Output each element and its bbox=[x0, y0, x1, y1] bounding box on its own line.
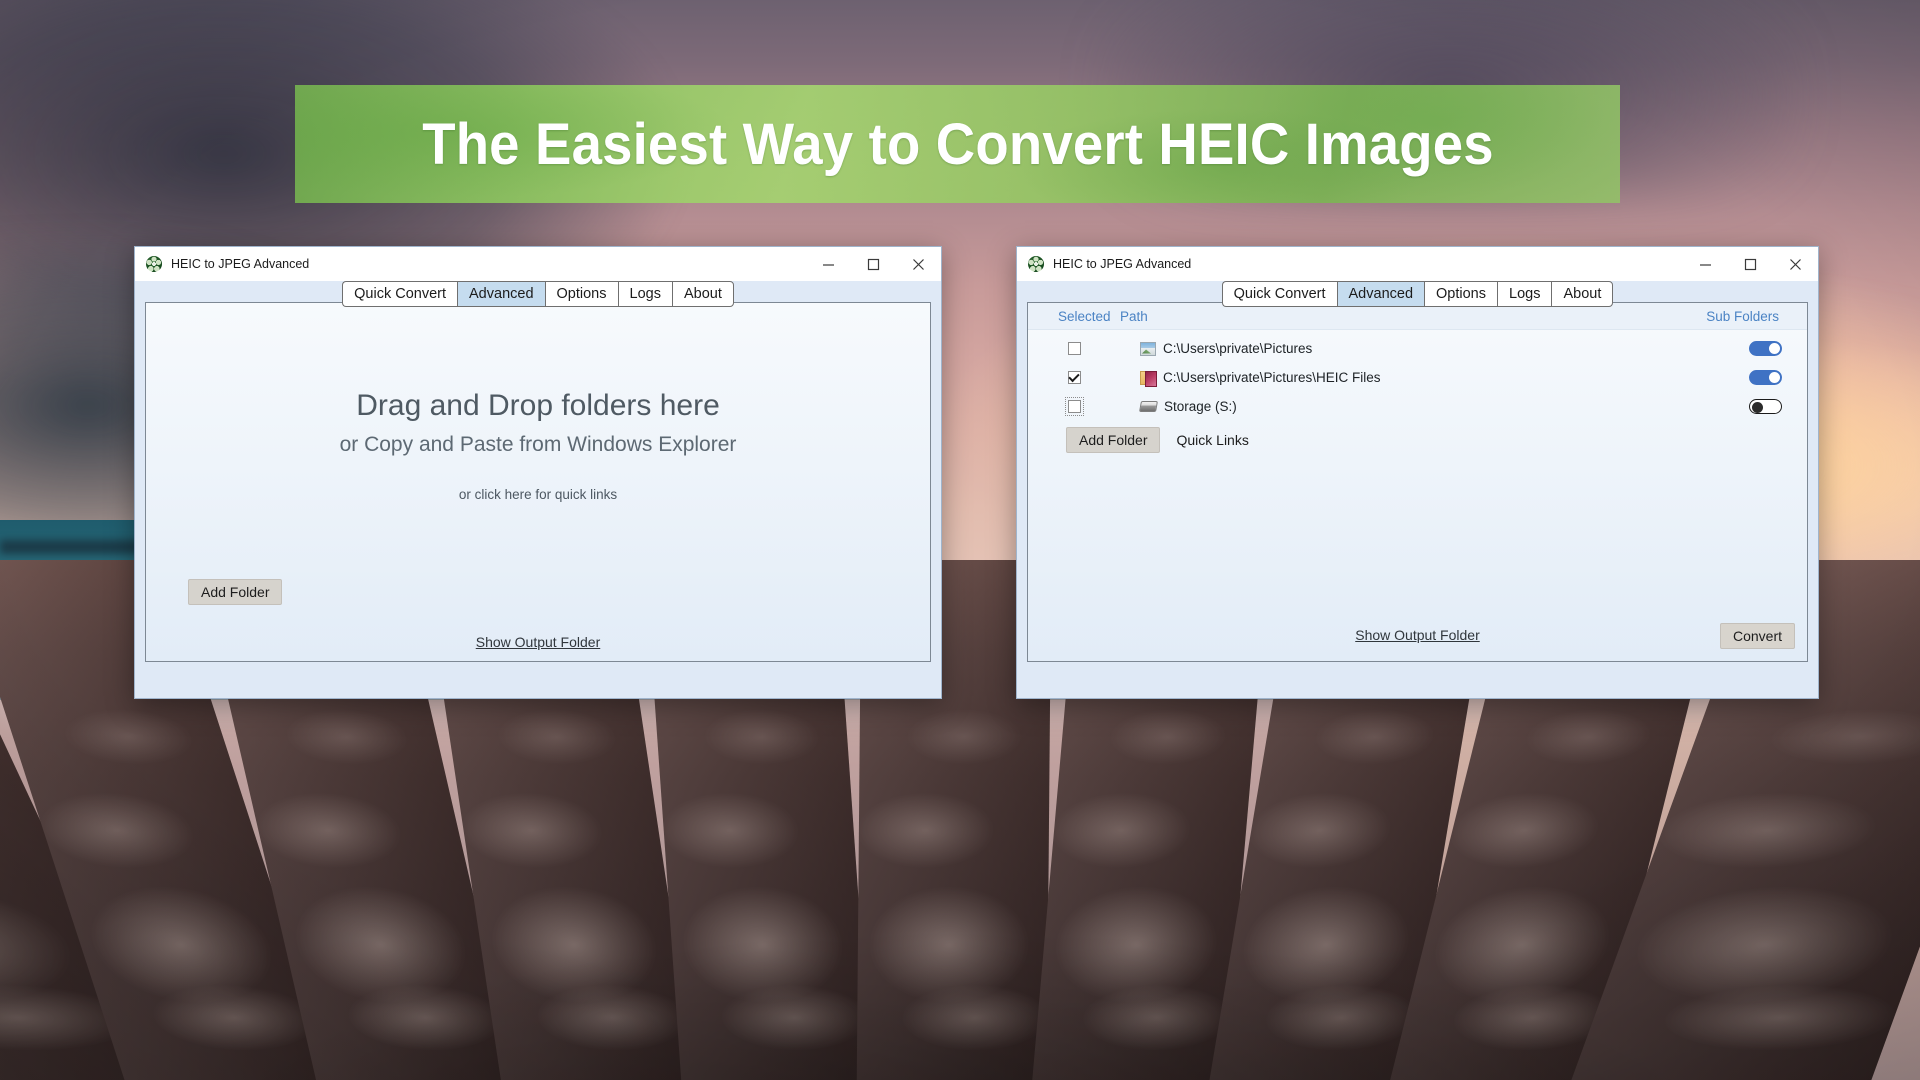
app-flower-icon bbox=[146, 256, 162, 272]
photo-icon bbox=[1140, 341, 1156, 356]
column-header-path: Path bbox=[1120, 308, 1148, 324]
window-left-tabpanel: Drag and Drop folders here or Copy and P… bbox=[145, 302, 931, 662]
tab-logs[interactable]: Logs bbox=[1497, 281, 1552, 307]
row-subfolders-cell bbox=[1657, 399, 1807, 414]
row-checkbox[interactable] bbox=[1064, 397, 1084, 416]
folder-actions-row: Add Folder Quick Links bbox=[1028, 421, 1807, 453]
window-right[interactable]: HEIC to JPEG Advanced Quick Convert Adva… bbox=[1016, 246, 1819, 699]
dropzone-hint[interactable]: or click here for quick links bbox=[459, 487, 617, 502]
tab-options[interactable]: Options bbox=[544, 281, 618, 307]
window-left[interactable]: HEIC to JPEG Advanced Quick Convert Adva… bbox=[134, 246, 942, 699]
minimize-icon[interactable] bbox=[806, 247, 851, 281]
maximize-icon[interactable] bbox=[851, 247, 896, 281]
dropzone-subtitle: or Copy and Paste from Windows Explorer bbox=[339, 433, 737, 456]
window-left-controls bbox=[806, 247, 941, 281]
row-subfolders-cell bbox=[1657, 341, 1807, 356]
tab-quick-convert[interactable]: Quick Convert bbox=[1221, 281, 1337, 307]
show-output-folder-row: Show Output Folder bbox=[1028, 627, 1807, 645]
tab-about[interactable]: About bbox=[1551, 281, 1614, 307]
window-right-tabpanel: Selected Path Sub Folders C:\Users\priva… bbox=[1027, 302, 1808, 662]
window-left-title: HEIC to JPEG Advanced bbox=[171, 257, 310, 271]
row-select-cell bbox=[1028, 342, 1120, 355]
row-path-label: C:\Users\private\Pictures\HEIC Files bbox=[1163, 370, 1381, 385]
tab-logs[interactable]: Logs bbox=[617, 281, 672, 307]
close-icon[interactable] bbox=[1773, 247, 1818, 281]
table-row[interactable]: Storage (S:) bbox=[1028, 392, 1807, 421]
table-row[interactable]: C:\Users\private\Pictures\HEIC Files bbox=[1028, 363, 1807, 392]
window-right-body: Quick Convert Advanced Options Logs Abou… bbox=[1017, 281, 1818, 698]
row-select-cell bbox=[1028, 371, 1120, 384]
quick-links-link[interactable]: Quick Links bbox=[1176, 432, 1248, 448]
hard-drive-icon bbox=[1139, 401, 1158, 412]
row-path-cell: Storage (S:) bbox=[1120, 399, 1657, 414]
drag-drop-zone[interactable]: Drag and Drop folders here or Copy and P… bbox=[146, 303, 930, 661]
window-right-titlebar[interactable]: HEIC to JPEG Advanced bbox=[1017, 247, 1818, 281]
promo-banner-text: The Easiest Way to Convert HEIC Images bbox=[421, 111, 1494, 177]
window-left-body: Quick Convert Advanced Options Logs Abou… bbox=[135, 281, 941, 698]
row-path-label: Storage (S:) bbox=[1164, 399, 1237, 414]
column-header-sub-folders: Sub Folders bbox=[1706, 308, 1779, 324]
tab-advanced[interactable]: Advanced bbox=[457, 281, 545, 307]
tab-quick-convert[interactable]: Quick Convert bbox=[342, 281, 458, 307]
window-left-titlebar[interactable]: HEIC to JPEG Advanced bbox=[135, 247, 941, 281]
folder-image-icon bbox=[1140, 370, 1157, 387]
maximize-icon[interactable] bbox=[1728, 247, 1773, 281]
table-row[interactable]: C:\Users\private\Pictures bbox=[1028, 334, 1807, 363]
show-output-folder-link[interactable]: Show Output Folder bbox=[476, 634, 601, 650]
show-output-folder-link[interactable]: Show Output Folder bbox=[1355, 627, 1480, 643]
sub-folders-toggle[interactable] bbox=[1749, 370, 1782, 385]
promo-banner: The Easiest Way to Convert HEIC Images bbox=[295, 85, 1620, 203]
sub-folders-toggle[interactable] bbox=[1749, 341, 1782, 356]
row-path-cell: C:\Users\private\Pictures bbox=[1120, 341, 1657, 356]
tab-advanced[interactable]: Advanced bbox=[1336, 281, 1425, 307]
convert-button[interactable]: Convert bbox=[1719, 623, 1795, 649]
folder-list-header: Selected Path Sub Folders bbox=[1028, 303, 1807, 330]
row-checkbox[interactable] bbox=[1067, 342, 1081, 355]
add-folder-button[interactable]: Add Folder bbox=[1066, 427, 1161, 453]
row-path-label: C:\Users\private\Pictures bbox=[1163, 341, 1313, 356]
row-select-cell bbox=[1028, 397, 1120, 416]
row-checkbox[interactable] bbox=[1067, 371, 1081, 384]
add-folder-button[interactable]: Add Folder bbox=[188, 579, 283, 605]
show-output-folder-row: Show Output Folder bbox=[146, 634, 930, 652]
tab-options[interactable]: Options bbox=[1424, 281, 1497, 307]
app-flower-icon bbox=[1028, 256, 1044, 272]
sub-folders-toggle[interactable] bbox=[1749, 399, 1782, 414]
row-subfolders-cell bbox=[1657, 370, 1807, 385]
window-right-controls bbox=[1683, 247, 1818, 281]
window-right-title: HEIC to JPEG Advanced bbox=[1053, 257, 1192, 271]
minimize-icon[interactable] bbox=[1683, 247, 1728, 281]
close-icon[interactable] bbox=[896, 247, 941, 281]
dropzone-title: Drag and Drop folders here bbox=[356, 389, 720, 422]
column-header-selected: Selected bbox=[1058, 308, 1111, 324]
row-path-cell: C:\Users\private\Pictures\HEIC Files bbox=[1120, 370, 1657, 387]
tab-about[interactable]: About bbox=[671, 281, 734, 307]
folder-list: C:\Users\private\Pictures C:\Users\priva… bbox=[1028, 330, 1807, 421]
